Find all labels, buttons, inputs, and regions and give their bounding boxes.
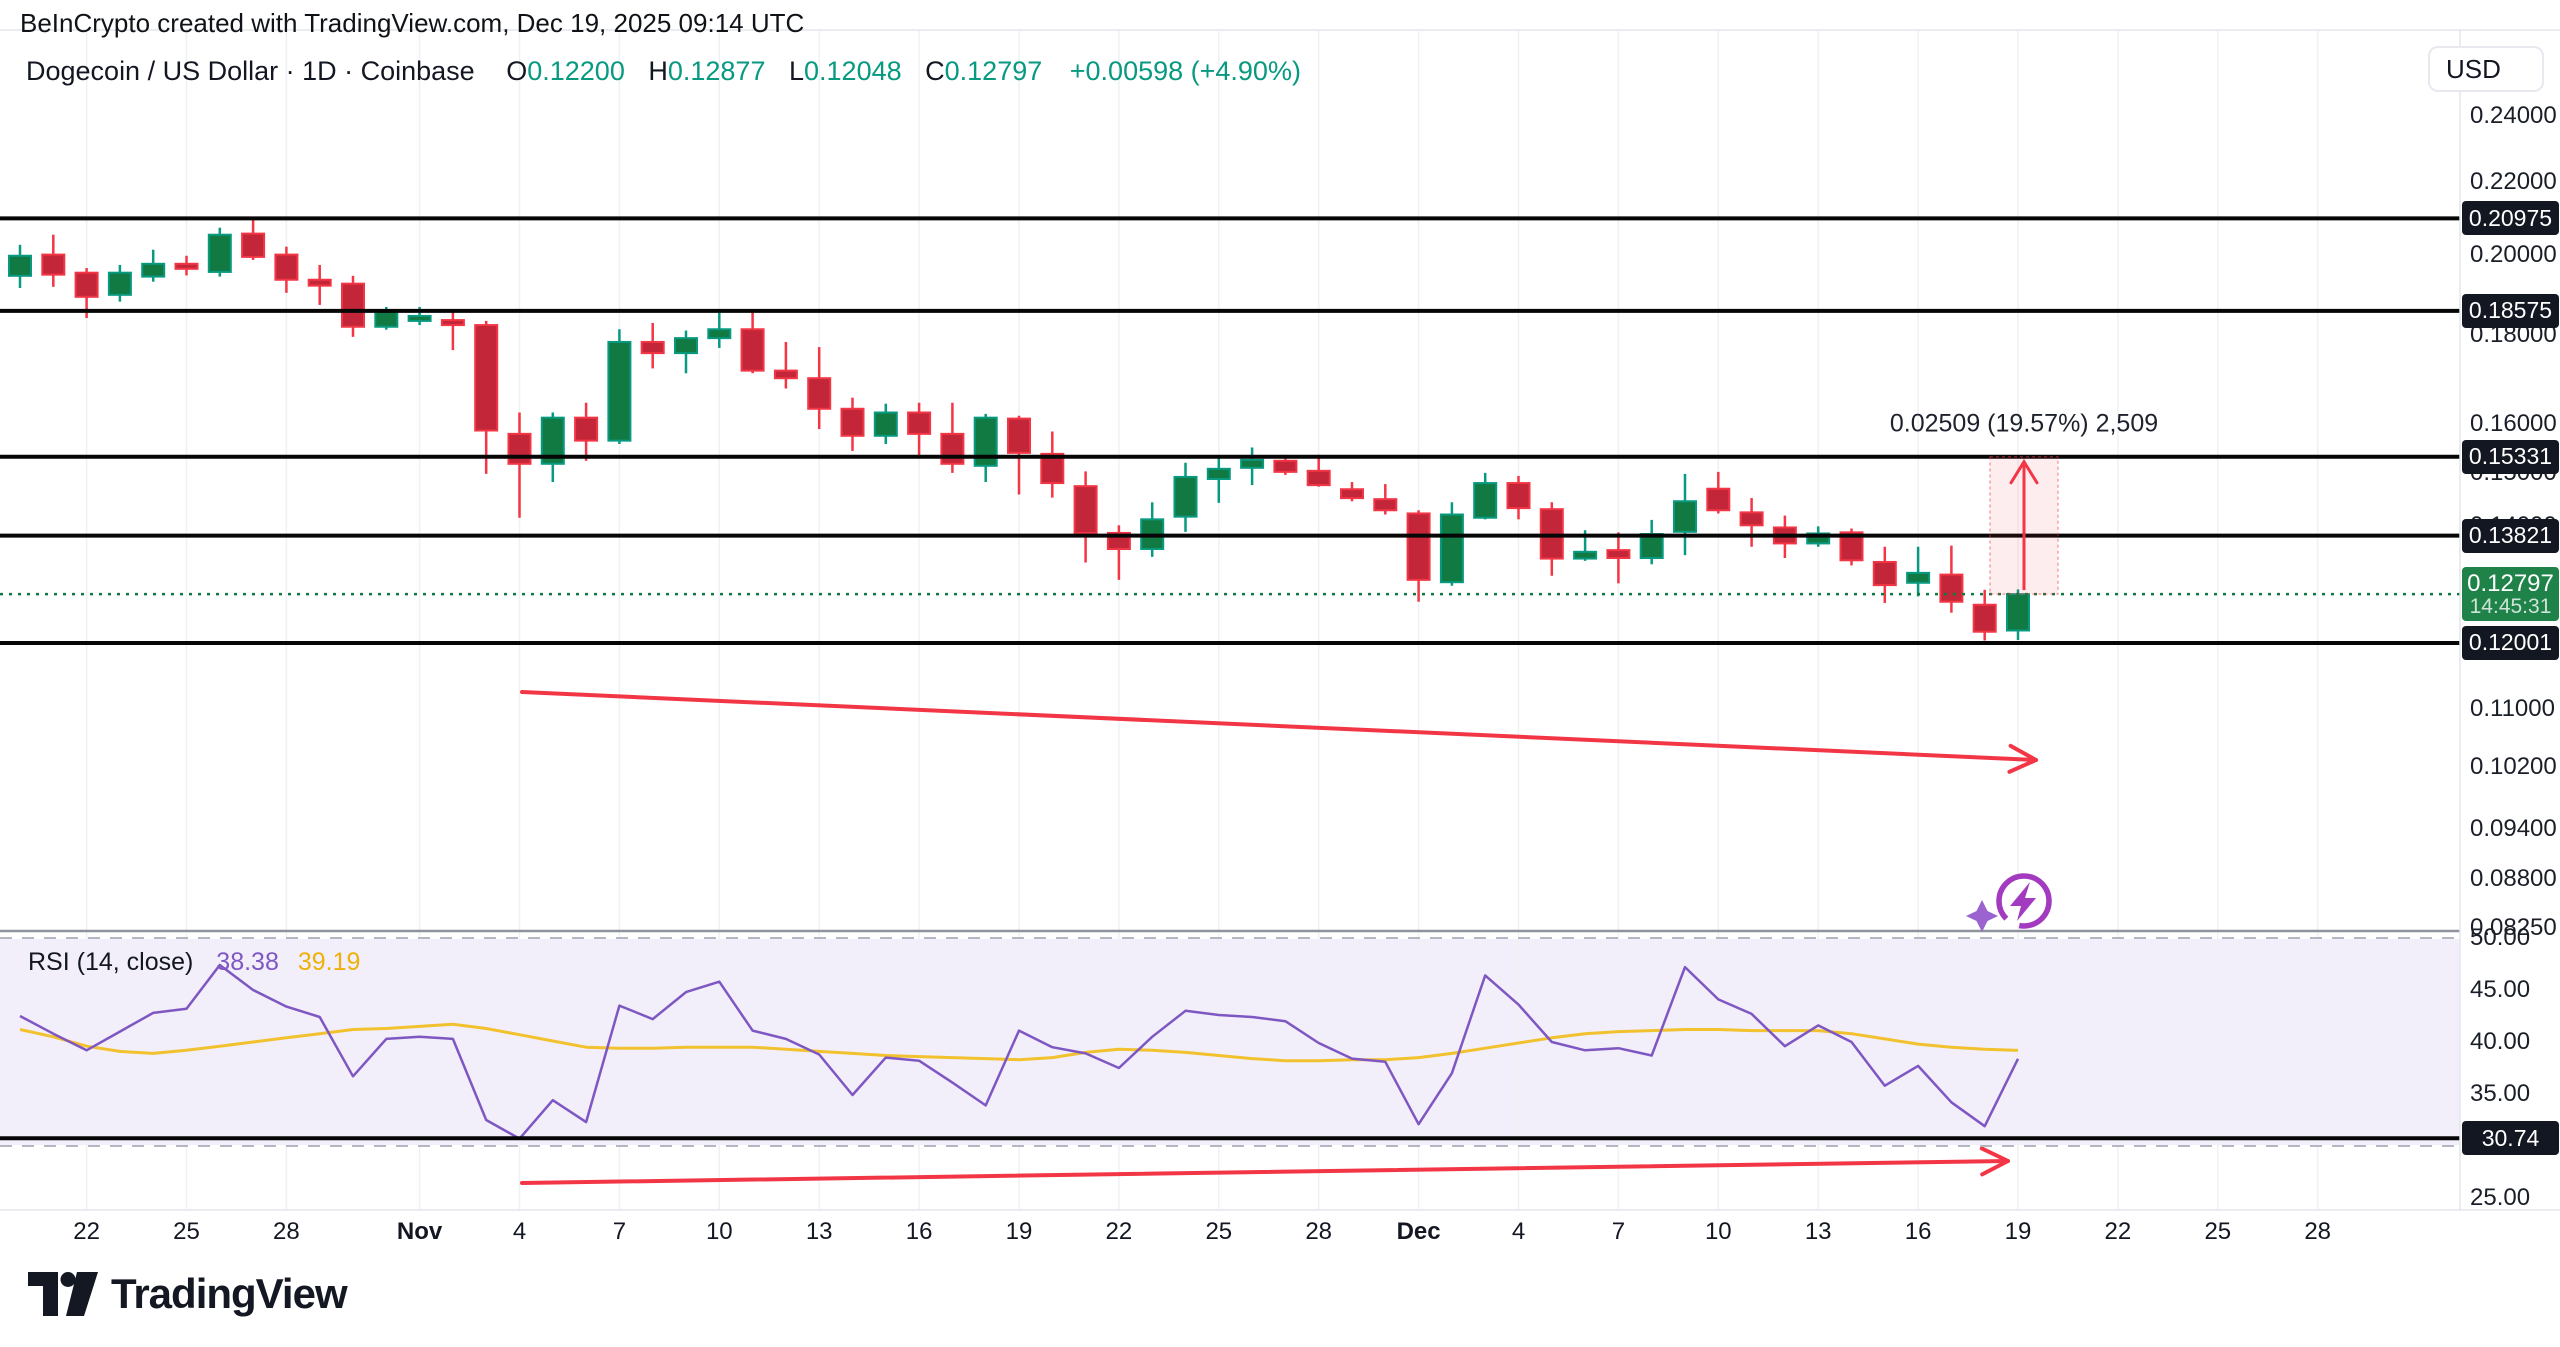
- close-value: 0.12797: [945, 56, 1043, 86]
- rsi-tick-label: 25.00: [2470, 1184, 2530, 1212]
- date-tick-label: 22: [2105, 1218, 2132, 1246]
- date-tick-label: 10: [1705, 1218, 1732, 1246]
- date-tick-label: 28: [1305, 1218, 1332, 1246]
- low-label: L: [789, 56, 804, 86]
- price-level-badge: 0.15331: [2462, 440, 2559, 474]
- credit-line: BeInCrypto created with TradingView.com,…: [20, 8, 804, 39]
- date-tick-label: 16: [1905, 1218, 1932, 1246]
- open-label: O: [506, 56, 527, 86]
- date-axis[interactable]: 22 25 28 Nov 4 7 10 13 16 19 22 25 28 Dec 4 7 10 13 16 19 22…: [0, 1212, 2460, 1256]
- date-tick-label: Dec: [1397, 1218, 1441, 1246]
- date-tick-label: 28: [273, 1218, 300, 1246]
- price-axis[interactable]: 0.240000.220000.200000.180000.160000.150…: [2460, 0, 2560, 1347]
- trend-arrow[interactable]: [522, 692, 2036, 772]
- tradingview-logo-text: TradingView: [111, 1270, 347, 1318]
- date-tick-label: 28: [2304, 1218, 2331, 1246]
- chart-canvas[interactable]: [0, 0, 2560, 1347]
- rsi-tick-label: 35.00: [2470, 1080, 2530, 1108]
- rsi-tick-label: 40.00: [2470, 1028, 2530, 1056]
- rsi-header: RSI (14, close) 38.38 39.19: [28, 948, 360, 977]
- rsi-tick-label: 50.00: [2470, 924, 2530, 952]
- tradingview-logo[interactable]: TradingView: [28, 1270, 347, 1318]
- date-tick-label: 4: [1512, 1218, 1525, 1246]
- date-tick-label: 19: [2005, 1218, 2032, 1246]
- price-tick-label: 0.22000: [2470, 168, 2557, 196]
- price-level-badge: 0.18575: [2462, 294, 2559, 328]
- symbol-title[interactable]: Dogecoin / US Dollar · 1D · Coinbase: [26, 56, 475, 86]
- tradingview-chart-window: BeInCrypto created with TradingView.com,…: [0, 0, 2560, 1347]
- price-tick-label: 0.08800: [2470, 865, 2557, 893]
- tradingview-logo-mark: [28, 1271, 98, 1317]
- current-price-value: 0.12797: [2467, 571, 2554, 596]
- trend-arrow[interactable]: [522, 1148, 2008, 1183]
- rsi-title[interactable]: RSI (14, close): [28, 948, 193, 976]
- sparkle-icon: [1966, 900, 1998, 932]
- date-tick-label: 19: [1006, 1218, 1033, 1246]
- date-tick-label: 4: [513, 1218, 526, 1246]
- date-tick-label: 22: [73, 1218, 100, 1246]
- rsi-panel-background: [0, 939, 2460, 1145]
- price-tick-label: 0.24000: [2470, 102, 2557, 130]
- price-tick-label: 0.10200: [2470, 753, 2557, 781]
- price-level-badge: 0.12001: [2462, 626, 2559, 660]
- price-tick-label: 0.16000: [2470, 410, 2557, 438]
- date-tick-label: 25: [173, 1218, 200, 1246]
- date-tick-label: Nov: [397, 1218, 442, 1246]
- price-tick-label: 0.09400: [2470, 815, 2557, 843]
- high-label: H: [648, 56, 668, 86]
- price-tick-label: 0.11000: [2470, 695, 2555, 723]
- rsi-value: 38.38: [216, 948, 279, 976]
- high-value: 0.12877: [668, 56, 766, 86]
- current-price-badge: 0.1279714:45:31: [2462, 567, 2559, 621]
- date-tick-label: 7: [1612, 1218, 1625, 1246]
- date-tick-label: 10: [706, 1218, 733, 1246]
- date-tick-label: 13: [806, 1218, 833, 1246]
- low-value: 0.12048: [804, 56, 902, 86]
- change-value: +0.00598 (+4.90%): [1070, 56, 1301, 86]
- rsi-tick-label: 45.00: [2470, 976, 2530, 1004]
- quick-action-lightning-icon[interactable]: [1962, 868, 2062, 943]
- rsi-ma-value: 39.19: [298, 948, 361, 976]
- price-tick-label: 0.20000: [2470, 241, 2557, 269]
- projection-annotation: 0.02509 (19.57%) 2,509: [1890, 410, 2158, 439]
- date-tick-label: 25: [2204, 1218, 2231, 1246]
- date-tick-label: 25: [1205, 1218, 1232, 1246]
- price-level-badge: 0.13821: [2462, 519, 2559, 553]
- currency-toggle-button[interactable]: USD: [2428, 46, 2544, 92]
- date-tick-label: 7: [613, 1218, 626, 1246]
- bar-countdown: 14:45:31: [2470, 596, 2552, 618]
- symbol-header: Dogecoin / US Dollar · 1D · Coinbase O0.…: [26, 56, 1301, 87]
- price-level-badge: 0.20975: [2462, 201, 2559, 235]
- open-value: 0.12200: [527, 56, 625, 86]
- close-label: C: [925, 56, 945, 86]
- date-tick-label: 22: [1106, 1218, 1133, 1246]
- date-tick-label: 13: [1805, 1218, 1832, 1246]
- date-tick-label: 16: [906, 1218, 933, 1246]
- rsi-level-badge: 30.74: [2462, 1121, 2559, 1155]
